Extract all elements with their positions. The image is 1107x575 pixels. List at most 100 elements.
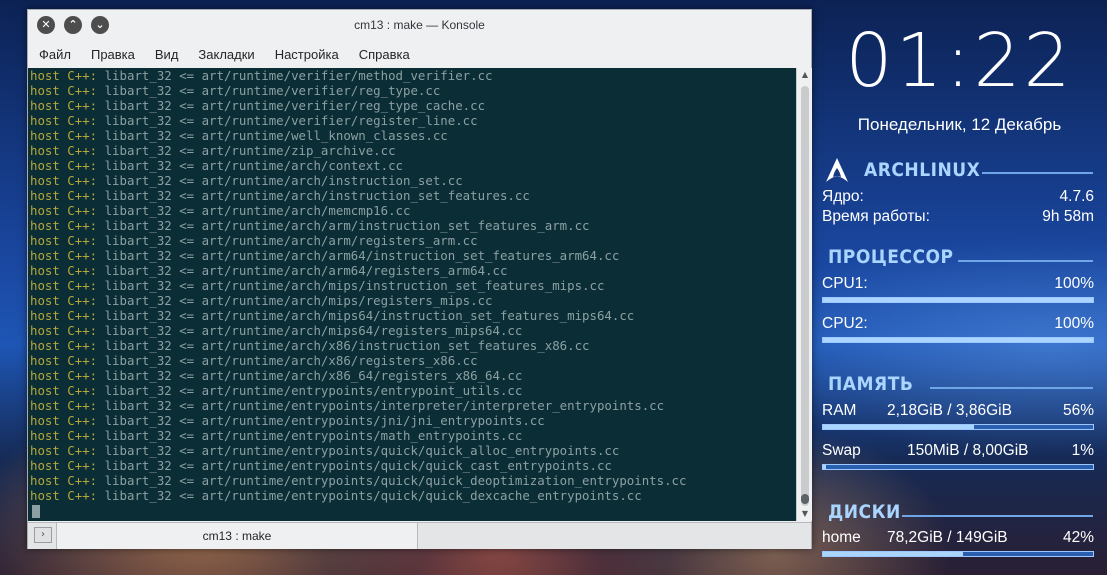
terminal-line-prefix: host C++: — [30, 263, 98, 278]
ram-label: RAM — [822, 402, 857, 419]
terminal-line-prefix: host C++: — [30, 368, 98, 383]
terminal-line-text: libart_32 <= art/runtime/arch/arm/regist… — [97, 233, 478, 248]
tab-menu-icon[interactable]: › — [34, 527, 52, 543]
cpu1-label: CPU1: — [822, 275, 868, 292]
terminal-cursor — [32, 505, 40, 518]
title-bar[interactable]: ✕ ⌃ ⌄ cm13 : make — Konsole — [28, 10, 811, 41]
terminal-line-text: libart_32 <= art/runtime/arch/mips/instr… — [97, 278, 605, 293]
clock: 01:22 — [845, 18, 1074, 104]
menu-file[interactable]: Файл — [31, 47, 79, 62]
terminal-output[interactable]: host C++: libart_32 <= art/runtime/verif… — [28, 68, 796, 521]
konsole-window: ✕ ⌃ ⌄ cm13 : make — Konsole Файл Правка … — [27, 9, 812, 549]
terminal-line: host C++: libart_32 <= art/runtime/entry… — [28, 383, 796, 398]
scroll-thumb[interactable] — [801, 494, 809, 504]
terminal-line-prefix: host C++: — [30, 83, 98, 98]
home-usage: 78,2GiB / 149GiB — [887, 529, 1008, 546]
terminal-line-prefix: host C++: — [30, 458, 98, 473]
terminal-line: host C++: libart_32 <= art/runtime/entry… — [28, 443, 796, 458]
menu-settings[interactable]: Настройка — [267, 47, 347, 62]
memory-heading: ПАМЯТЬ — [828, 373, 914, 395]
scroll-track[interactable] — [801, 86, 809, 506]
menu-edit[interactable]: Правка — [83, 47, 143, 62]
menu-view[interactable]: Вид — [147, 47, 187, 62]
tab-cm13-make[interactable]: cm13 : make — [56, 523, 418, 549]
terminal-line: host C++: libart_32 <= art/runtime/entry… — [28, 488, 796, 503]
tab-bar: › cm13 : make — [28, 522, 811, 549]
cpu1-bar — [822, 297, 1094, 303]
terminal-line-prefix: host C++: — [30, 68, 98, 83]
terminal-line-text: libart_32 <= art/runtime/entrypoints/int… — [97, 398, 665, 413]
window-title: cm13 : make — Konsole — [354, 18, 485, 32]
terminal-scrollbar[interactable]: ▲ ▼ — [796, 68, 812, 521]
terminal-line-text: libart_32 <= art/runtime/arch/instructio… — [97, 173, 463, 188]
terminal-line: host C++: libart_32 <= art/runtime/arch/… — [28, 188, 796, 203]
cpu1-value: 100% — [1054, 275, 1094, 292]
terminal-line-prefix: host C++: — [30, 413, 98, 428]
terminal-line: host C++: libart_32 <= art/runtime/verif… — [28, 68, 796, 83]
terminal-line-prefix: host C++: — [30, 338, 98, 353]
terminal-line: host C++: libart_32 <= art/runtime/arch/… — [28, 353, 796, 368]
swap-label: Swap — [822, 442, 861, 459]
menu-bookmarks[interactable]: Закладки — [190, 47, 262, 62]
terminal-line-text: libart_32 <= art/runtime/arch/x86/regist… — [97, 353, 478, 368]
cpu-heading: ПРОЦЕССОР — [828, 246, 954, 268]
swap-row: Swap 150MiB / 8,00GiB 1% — [822, 442, 1094, 460]
ram-percent: 56% — [1062, 402, 1094, 419]
uptime-label: Время работы: — [822, 208, 930, 225]
cpu2-bar — [822, 337, 1094, 343]
terminal-line-text: libart_32 <= art/runtime/arch/memcmp16.c… — [97, 203, 411, 218]
terminal-line: host C++: libart_32 <= art/runtime/entry… — [28, 428, 796, 443]
ram-usage: 2,18GiB / 3,86GiB — [887, 402, 1012, 419]
terminal-line-text: libart_32 <= art/runtime/verifier/reg_ty… — [97, 83, 441, 98]
terminal-line-text: libart_32 <= art/runtime/entrypoints/qui… — [97, 443, 620, 458]
terminal-line-text: libart_32 <= art/runtime/verifier/reg_ty… — [97, 98, 486, 113]
home-percent: 42% — [1062, 529, 1094, 546]
kernel-value: 4.7.6 — [1059, 188, 1094, 205]
terminal-line: host C++: libart_32 <= art/runtime/arch/… — [28, 203, 796, 218]
terminal-line: host C++: libart_32 <= art/runtime/arch/… — [28, 158, 796, 173]
terminal-line: host C++: libart_32 <= art/runtime/arch/… — [28, 248, 796, 263]
terminal-line-prefix: host C++: — [30, 143, 98, 158]
terminal-line-prefix: host C++: — [30, 308, 98, 323]
terminal-line: host C++: libart_32 <= art/runtime/verif… — [28, 98, 796, 113]
terminal-line-text: libart_32 <= art/runtime/arch/arm64/inst… — [97, 248, 620, 263]
terminal-line-prefix: host C++: — [30, 158, 98, 173]
cpu2-label: CPU2: — [822, 315, 868, 332]
terminal-line-prefix: host C++: — [30, 173, 98, 188]
divider — [930, 387, 1093, 389]
terminal-line-text: libart_32 <= art/runtime/arch/instructio… — [97, 188, 530, 203]
terminal-line-text: libart_32 <= art/runtime/entrypoints/jni… — [97, 413, 545, 428]
divider — [958, 260, 1093, 262]
date: Понедельник, 12 Декабрь — [857, 115, 1062, 134]
menu-help[interactable]: Справка — [351, 47, 418, 62]
terminal-prompt-line — [28, 503, 796, 521]
terminal-line-prefix: host C++: — [30, 248, 98, 263]
swap-bar-fill — [823, 465, 826, 469]
terminal-line: host C++: libart_32 <= art/runtime/arch/… — [28, 263, 796, 278]
terminal-line-prefix: host C++: — [30, 233, 98, 248]
terminal-line-text: libart_32 <= art/runtime/arch/context.cc — [97, 158, 403, 173]
terminal-line: host C++: libart_32 <= art/runtime/arch/… — [28, 278, 796, 293]
divider — [902, 515, 1093, 517]
terminal-line-text: libart_32 <= art/runtime/entrypoints/qui… — [97, 458, 612, 473]
ram-row: RAM 2,18GiB / 3,86GiB 56% — [822, 402, 1094, 420]
terminal-line-prefix: host C++: — [30, 353, 98, 368]
divider — [982, 172, 1093, 174]
home-disk-bar — [822, 551, 1094, 557]
terminal-line-text: libart_32 <= art/runtime/arch/arm/instru… — [97, 218, 590, 233]
terminal-line-text: libart_32 <= art/runtime/entrypoints/qui… — [97, 488, 642, 503]
scroll-up-icon[interactable]: ▲ — [800, 70, 810, 80]
terminal-line: host C++: libart_32 <= art/runtime/arch/… — [28, 338, 796, 353]
terminal-line-text: libart_32 <= art/runtime/arch/x86_64/reg… — [97, 368, 523, 383]
terminal-line-text: libart_32 <= art/runtime/verifier/regist… — [97, 113, 478, 128]
terminal-line: host C++: libart_32 <= art/runtime/arch/… — [28, 173, 796, 188]
terminal-line-text: libart_32 <= art/runtime/entrypoints/qui… — [97, 473, 687, 488]
terminal-line: host C++: libart_32 <= art/runtime/arch/… — [28, 368, 796, 383]
scroll-down-icon[interactable]: ▼ — [800, 509, 810, 519]
terminal-line-prefix: host C++: — [30, 278, 98, 293]
terminal-line: host C++: libart_32 <= art/runtime/entry… — [28, 473, 796, 488]
home-disk-row: home 78,2GiB / 149GiB 42% — [822, 529, 1094, 547]
terminal-line-prefix: host C++: — [30, 323, 98, 338]
terminal-line: host C++: libart_32 <= art/runtime/arch/… — [28, 218, 796, 233]
kernel-label: Ядро: — [822, 188, 864, 205]
